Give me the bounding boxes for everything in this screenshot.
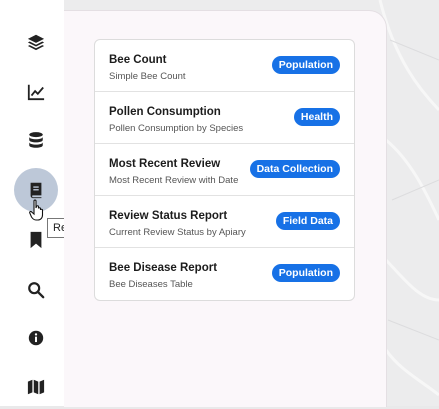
reports-panel: Bee Count Simple Bee Count Population Po… [64,10,387,407]
report-item[interactable]: Most Recent Review Most Recent Review wi… [95,144,354,196]
report-item[interactable]: Bee Disease Report Bee Diseases Table Po… [95,248,354,300]
report-badge: Data Collection [249,160,340,178]
layers-icon [27,34,45,51]
report-description: Bee Diseases Table [109,279,193,290]
report-title: Most Recent Review [109,158,221,170]
report-description: Most Recent Review with Date [109,175,239,186]
bookmark-icon [30,231,42,249]
report-item[interactable]: Bee Count Simple Bee Count Population [95,40,354,92]
map-icon [27,379,45,395]
report-item[interactable]: Pollen Consumption Pollen Consumption by… [95,92,354,144]
info-icon [28,330,44,346]
report-description: Current Review Status by Apiary [109,227,246,238]
nav-chart-button[interactable] [14,70,58,114]
search-icon [28,282,45,299]
report-description: Simple Bee Count [109,71,186,82]
report-title: Pollen Consumption [109,106,221,118]
nav-layers-button[interactable] [14,20,58,64]
report-list: Bee Count Simple Bee Count Population Po… [94,39,355,301]
report-badge: Health [293,108,340,126]
report-badge: Field Data [275,212,340,230]
nav-database-button[interactable] [14,118,58,162]
report-title: Bee Disease Report [109,262,218,274]
line-chart-icon [27,84,45,101]
database-icon [29,132,43,148]
nav-search-button[interactable] [14,268,58,312]
report-title: Bee Count [109,54,167,66]
nav-info-button[interactable] [14,316,58,360]
report-description: Pollen Consumption by Species [109,123,244,134]
hand-cursor-icon [29,199,44,221]
nav-map-button[interactable] [14,365,58,409]
report-item[interactable]: Review Status Report Current Review Stat… [95,196,354,248]
book-icon [30,182,42,199]
sidebar: Reports [0,0,98,409]
report-title: Review Status Report [109,210,228,222]
report-badge: Population [271,56,340,74]
report-badge: Population [271,264,340,282]
